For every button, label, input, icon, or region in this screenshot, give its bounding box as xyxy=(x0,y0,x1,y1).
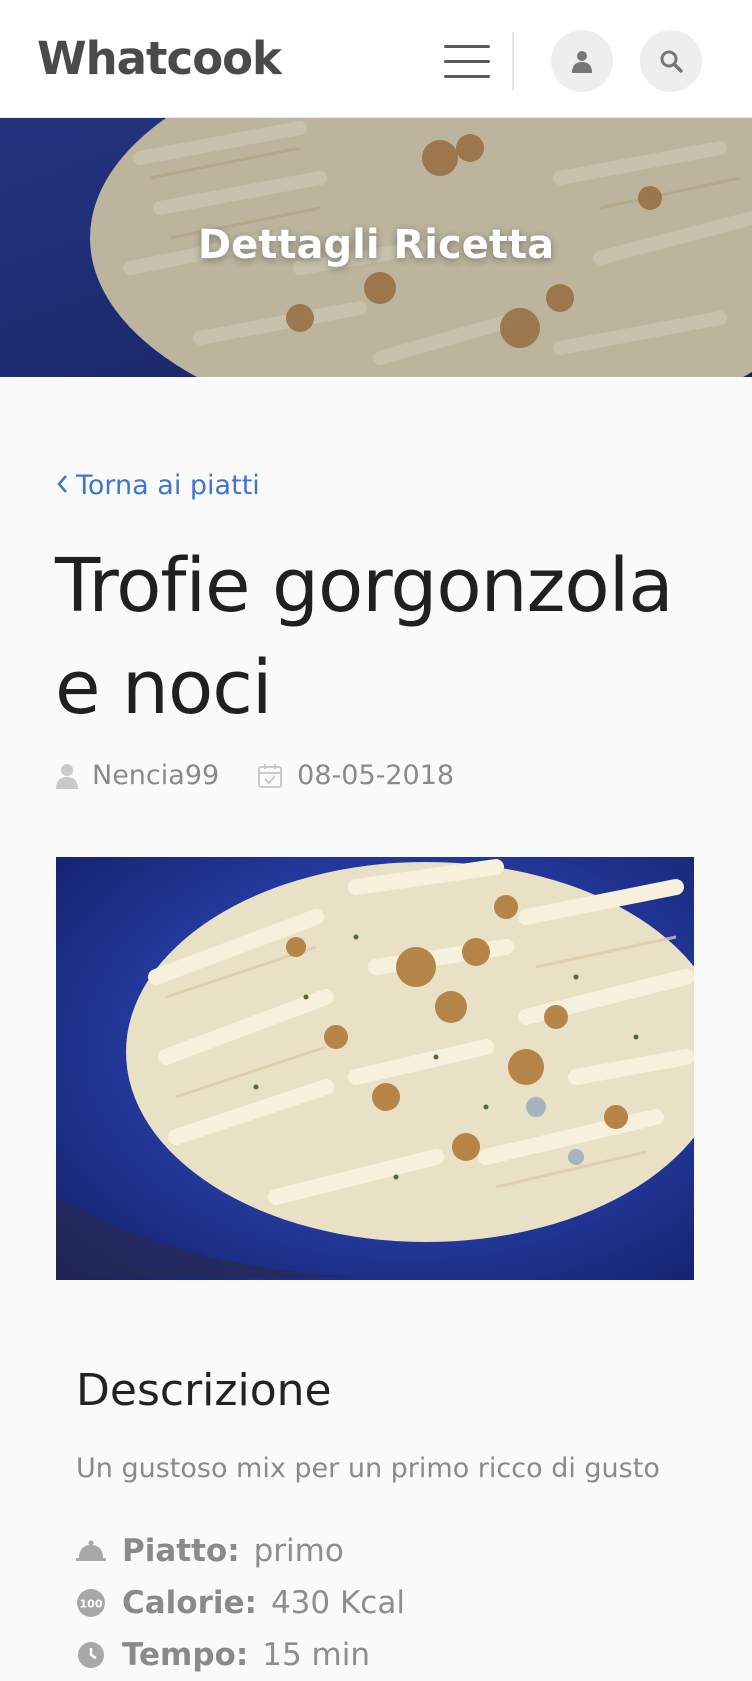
property-label: Piatto: xyxy=(122,1533,240,1569)
hamburger-menu-icon xyxy=(444,45,490,48)
author-meta: Nencia99 xyxy=(56,760,219,791)
recipe-properties: Piatto: primo 100 Calorie: 430 Kcal Temp… xyxy=(76,1525,405,1681)
user-icon xyxy=(56,763,78,789)
description-heading: Descrizione xyxy=(76,1365,332,1416)
property-dish: Piatto: primo xyxy=(76,1525,405,1577)
author-name[interactable]: Nencia99 xyxy=(92,760,219,791)
recipe-photo xyxy=(56,857,694,1280)
user-icon xyxy=(572,51,592,73)
user-account-button[interactable] xyxy=(551,30,613,92)
description-text: Un gustoso mix per un primo ricco di gus… xyxy=(76,1453,660,1484)
publish-date: 08-05-2018 xyxy=(297,760,455,791)
recipe-meta: Nencia99 08-05-2018 xyxy=(56,760,454,791)
property-value: 430 Kcal xyxy=(270,1585,405,1621)
back-to-dishes-link[interactable]: Torna ai piatti xyxy=(56,470,260,501)
property-calories: 100 Calorie: 430 Kcal xyxy=(76,1577,405,1629)
calendar-check-icon xyxy=(258,763,283,788)
date-meta: 08-05-2018 xyxy=(257,760,454,791)
recipe-title: Trofie gorgonzola e noci xyxy=(55,543,674,731)
hero-banner: Dettagli Ricetta xyxy=(0,118,752,377)
cloche-icon xyxy=(76,1538,106,1564)
svg-text:100: 100 xyxy=(80,1598,103,1611)
brand-logo[interactable]: Whatcook xyxy=(37,24,282,94)
property-time: Tempo: 15 min xyxy=(76,1629,405,1681)
header-divider xyxy=(512,32,514,90)
property-label: Tempo: xyxy=(122,1637,249,1673)
chevron-left-icon xyxy=(56,470,68,501)
calories-100-icon: 100 xyxy=(76,1588,106,1618)
top-header: Whatcook xyxy=(0,0,752,118)
property-label: Calorie: xyxy=(122,1585,257,1621)
property-value: primo xyxy=(253,1533,344,1569)
property-value: 15 min xyxy=(262,1637,371,1673)
menu-button[interactable] xyxy=(442,40,494,84)
hero-title: Dettagli Ricetta xyxy=(197,222,555,268)
search-icon xyxy=(660,50,683,73)
back-link-label: Torna ai piatti xyxy=(76,470,260,501)
search-button[interactable] xyxy=(640,30,702,92)
clock-icon xyxy=(76,1640,106,1670)
